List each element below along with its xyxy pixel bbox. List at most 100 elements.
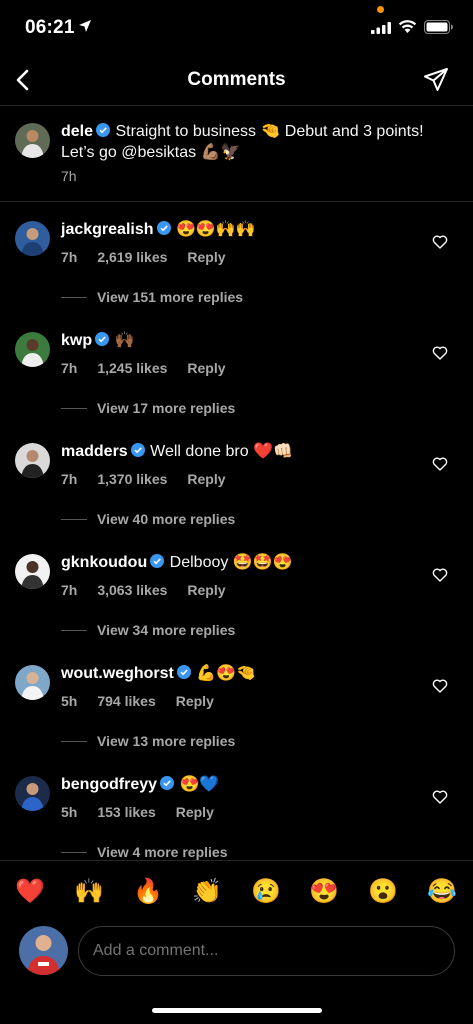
replies-divider [61, 518, 87, 520]
verified-badge-icon [96, 123, 111, 137]
reply-button[interactable]: Reply [187, 582, 225, 598]
replies-divider [61, 296, 87, 298]
battery-icon [424, 20, 453, 34]
post-caption: dele Straight to business 🤏 Debut and 3 … [0, 107, 473, 202]
avatar[interactable] [15, 221, 50, 256]
comment-meta: 7h 1,370 likes Reply [61, 471, 246, 487]
comment-time: 5h [61, 804, 78, 820]
view-replies-link[interactable]: View 13 more replies [61, 733, 235, 749]
comment-username[interactable]: madders [61, 443, 128, 460]
replies-divider [61, 629, 87, 631]
replies-divider [61, 740, 87, 742]
emoji-raising-hands[interactable]: 🙌 [72, 877, 106, 907]
comment-time: 7h [61, 360, 78, 376]
emoji-crying-face[interactable]: 😢 [249, 877, 283, 907]
avatar[interactable] [15, 332, 50, 367]
send-paper-plane-icon[interactable] [423, 67, 449, 93]
status-time: 06:21 [25, 17, 75, 38]
comment-item: jackgrealish 😍😍🙌🙌 7h 2,619 likes Reply Vie… [0, 203, 473, 314]
comment-likes[interactable]: 153 likes [97, 804, 155, 820]
comment-line: wout.weghorst 💪😍🤏 [61, 663, 256, 685]
status-bar: 06:21 [0, 0, 473, 56]
comment-text: Well done bro ❤️👊🏻 [150, 443, 293, 460]
comment-likes[interactable]: 1,370 likes [97, 471, 167, 487]
comment-meta: 7h 2,619 likes Reply [61, 249, 246, 265]
privacy-indicator-dot [377, 6, 384, 13]
cellular-signal-icon [371, 22, 391, 34]
replies-divider [61, 851, 87, 853]
heart-icon[interactable] [432, 789, 448, 805]
emoji-red-heart[interactable]: ❤️ [13, 877, 47, 907]
comment-likes[interactable]: 3,063 likes [97, 582, 167, 598]
home-indicator[interactable] [152, 1008, 322, 1013]
comment-username[interactable]: wout.weghorst [61, 665, 174, 682]
emoji-clapping-hands[interactable]: 👏 [190, 877, 224, 907]
reply-button[interactable]: Reply [187, 249, 225, 265]
comment-time: 7h [61, 582, 78, 598]
comment-meta: 5h 794 likes Reply [61, 693, 234, 709]
comment-input[interactable] [78, 926, 455, 976]
avatar[interactable] [15, 665, 50, 700]
avatar[interactable] [15, 123, 50, 158]
comment-item: wout.weghorst 💪😍🤏 5h 794 likes Reply View … [0, 647, 473, 758]
comment-line: kwp 🙌🏾 [61, 330, 135, 352]
comment-item: kwp 🙌🏾 7h 1,245 likes Reply View 17 more r… [0, 314, 473, 425]
comment-item: gknkoudou Delbooy 🤩🤩😍 7h 3,063 likes Reply… [0, 536, 473, 647]
comment-likes[interactable]: 1,245 likes [97, 360, 167, 376]
comment-time: 7h [61, 249, 78, 265]
current-user-avatar [19, 926, 68, 975]
view-replies-link[interactable]: View 34 more replies [61, 622, 235, 638]
comment-line: jackgrealish 😍😍🙌🙌 [61, 219, 256, 241]
heart-icon[interactable] [432, 567, 448, 583]
heart-icon[interactable] [432, 234, 448, 250]
emoji-fire[interactable]: 🔥 [131, 877, 165, 907]
comment-likes[interactable]: 794 likes [97, 693, 155, 709]
comment-text: 😍😍🙌🙌 [175, 221, 256, 238]
comment-meta: 5h 153 likes Reply [61, 804, 234, 820]
reply-button[interactable]: Reply [176, 804, 214, 820]
reply-button[interactable]: Reply [187, 360, 225, 376]
emoji-heart-eyes[interactable]: 😍 [307, 877, 341, 907]
avatar[interactable] [15, 776, 50, 811]
comment-username[interactable]: kwp [61, 332, 92, 349]
view-replies-link[interactable]: View 151 more replies [61, 289, 243, 305]
view-replies-link[interactable]: View 4 more replies [61, 844, 227, 860]
verified-badge-icon [150, 554, 165, 568]
caption-body: Straight to business 🤏 Debut and 3 point… [61, 123, 424, 161]
reply-button[interactable]: Reply [176, 693, 214, 709]
heart-icon[interactable] [432, 456, 448, 472]
view-replies-link[interactable]: View 17 more replies [61, 400, 235, 416]
comment-likes[interactable]: 2,619 likes [97, 249, 167, 265]
reply-button[interactable]: Reply [187, 471, 225, 487]
comment-item: madders Well done bro ❤️👊🏻 7h 1,370 likes… [0, 425, 473, 536]
location-arrow-icon [79, 20, 91, 32]
caption-text: dele Straight to business 🤏 Debut and 3 … [61, 121, 456, 163]
comment-username[interactable]: gknkoudou [61, 554, 147, 571]
emoji-surprised-face[interactable]: 😮 [366, 877, 400, 907]
comment-text: 😍💙 [179, 776, 220, 793]
emoji-quick-bar: ❤️ 🙌 🔥 👏 😢 😍 😮 😂 [0, 860, 473, 922]
avatar[interactable] [15, 554, 50, 589]
heart-icon[interactable] [432, 345, 448, 361]
verified-badge-icon [130, 443, 145, 457]
view-replies-link[interactable]: View 40 more replies [61, 511, 235, 527]
comment-line: bengodfreyy 😍💙 [61, 774, 219, 796]
caption-username[interactable]: dele [61, 123, 93, 140]
comment-username[interactable]: jackgrealish [61, 221, 154, 238]
verified-badge-icon [95, 332, 110, 346]
comment-time: 7h [61, 471, 78, 487]
wifi-icon [398, 20, 417, 33]
comment-time: 5h [61, 693, 78, 709]
comment-composer [0, 922, 473, 982]
verified-badge-icon [160, 776, 175, 790]
comment-username[interactable]: bengodfreyy [61, 776, 157, 793]
comment-text: Delbooy 🤩🤩😍 [169, 554, 293, 571]
comment-item: bengodfreyy 😍💙 5h 153 likes Reply View 4 m… [0, 758, 473, 869]
verified-badge-icon [176, 665, 191, 679]
avatar[interactable] [15, 443, 50, 478]
comment-line: gknkoudou Delbooy 🤩🤩😍 [61, 552, 293, 574]
comments-header: Comments [0, 56, 473, 106]
verified-badge-icon [156, 221, 171, 235]
emoji-tears-of-joy[interactable]: 😂 [425, 877, 459, 907]
heart-icon[interactable] [432, 678, 448, 694]
